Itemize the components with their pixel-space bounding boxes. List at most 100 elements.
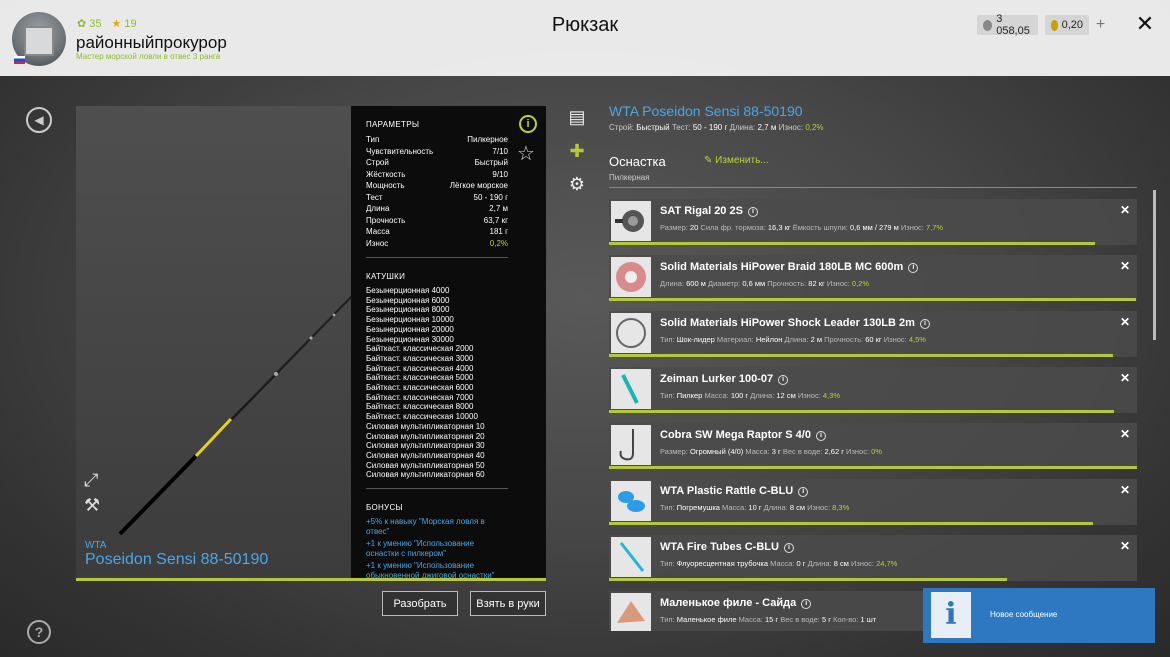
info-icon[interactable]: i (747, 207, 758, 217)
param-row: Тест 50 - 190 г (366, 192, 508, 204)
reel-item: Байткаст. классическая 3000 (366, 353, 474, 363)
reel-item: Байткаст. классическая 8000 (366, 402, 474, 412)
tackle-item-title: Solid Materials HiPower Shock Leader 130… (660, 317, 915, 329)
gear-icon[interactable]: ⚙ (566, 173, 588, 195)
spec-value: 4,3% (822, 391, 841, 400)
remove-button[interactable]: ✕ (1120, 539, 1130, 553)
remove-button[interactable]: ✕ (1120, 315, 1130, 329)
spec-value: 8 см (833, 559, 849, 568)
spec-label: Диаметр: (708, 279, 741, 288)
info-icon[interactable]: i (783, 543, 794, 553)
pilker-lure-icon (611, 369, 651, 409)
add-currency-button[interactable]: + (1092, 15, 1109, 35)
divider (366, 257, 508, 258)
tackle-item-title: Zeiman Lurker 100-07 (660, 373, 774, 385)
fish-fillet-icon (611, 593, 651, 631)
param-label: Тип (366, 135, 380, 144)
spec-label: Кол-во: (833, 615, 859, 624)
spec-value: 0,2% (851, 279, 870, 288)
param-label: Длина (366, 204, 390, 213)
spec-label: Строй: (609, 123, 635, 132)
rattle-icon (611, 481, 651, 521)
param-value: Лёгкое морское (449, 181, 508, 190)
spec-value: 0,2% (805, 123, 824, 132)
reel-item: Силовая мультипликаторная 30 (366, 441, 485, 451)
back-button[interactable]: ◀ (26, 107, 52, 133)
spec-value: 60 кг (865, 335, 882, 344)
spec-value: 0 г (796, 559, 806, 568)
puzzle-icon[interactable]: ✚ (566, 140, 588, 162)
scrollbar[interactable] (1153, 190, 1156, 340)
expand-icon[interactable]: ⤢ (84, 470, 104, 490)
spec-label: Прочность: (767, 279, 807, 288)
remove-button[interactable]: ✕ (1120, 371, 1130, 385)
divider (366, 488, 508, 490)
take-in-hands-button[interactable]: Взять в руки (470, 591, 546, 616)
spec-label: Вес в воде: (782, 447, 823, 456)
close-button[interactable]: ✕ (1134, 13, 1156, 35)
spec-label: Износ: (883, 335, 907, 344)
silver-currency: 3 058,05 (977, 13, 1038, 37)
tackle-item[interactable]: Solid Materials HiPower Braid 180LB MC 6… (609, 255, 1137, 301)
param-row: Мощность Лёгкое морское (366, 180, 508, 192)
info-icon[interactable]: i (798, 487, 809, 497)
document-icon[interactable]: ▤ (566, 106, 588, 128)
tackle-item-title: SAT Rigal 20 2S (660, 205, 743, 217)
param-label: Жёсткость (366, 169, 406, 179)
reel-item: Безынерционная 4000 (366, 286, 450, 295)
info-icon[interactable]: i (815, 431, 826, 441)
info-icon[interactable]: i (778, 375, 789, 385)
param-value: 181 г (489, 227, 509, 236)
reel-item: Байткаст. классическая 7000 (366, 392, 474, 402)
remove-button[interactable]: ✕ (1120, 427, 1130, 441)
tackle-item[interactable]: Cobra SW Mega Raptor S 4/0 i Размер: Огром… (609, 423, 1137, 469)
tackle-item[interactable]: WTA Fire Tubes C-BLU i Тип: Флуоресцентная… (609, 535, 1137, 581)
info-icon[interactable]: i (908, 263, 919, 273)
spec-label: Размер: (660, 223, 688, 232)
params-panel[interactable]: ПАРАМЕТРЫ Тип Пилкерное Чувствительность 7/… (351, 106, 546, 578)
tackle-item-title: Маленькое филе - Сайда (660, 597, 797, 609)
item-name: Poseidon Sensi 88-50190 (85, 551, 269, 568)
spec-label: Тип: (660, 391, 675, 400)
spec-label: Масса: (704, 391, 729, 400)
wrench-icon[interactable]: ⚒ (84, 495, 104, 515)
remove-button[interactable]: ✕ (1120, 203, 1130, 217)
disassemble-button[interactable]: Разобрать (382, 591, 458, 616)
spec-label: Износ: (900, 223, 924, 232)
tackle-item[interactable]: Solid Materials HiPower Shock Leader 130… (609, 311, 1137, 357)
spec-value: Огромный (4/0) (689, 447, 744, 456)
spec-value: 4,5% (908, 335, 926, 344)
spec-value: 82 кг (808, 279, 825, 288)
tackle-item-specs: Тип: Погремушка Масса: 10 г Длина: 8 см … (660, 503, 849, 512)
reel-item: Безынерционная 6000 (366, 295, 450, 305)
silver-coin-icon (983, 19, 993, 31)
help-button[interactable]: ? (27, 620, 51, 644)
spec-label: Размер: (660, 447, 688, 456)
param-row: Строй Быстрый (366, 157, 508, 169)
favorite-star-icon[interactable]: ☆ (517, 141, 535, 166)
tackle-item[interactable]: Zeiman Lurker 100-07 i Тип: Пилкер Масса: … (609, 367, 1137, 413)
spec-value: 0% (871, 447, 882, 456)
spec-label: Износ: (846, 447, 870, 456)
info-icon[interactable]: i (919, 319, 930, 329)
tackle-item-title: WTA Plastic Rattle C-BLU (660, 485, 794, 497)
remove-button[interactable]: ✕ (1120, 259, 1130, 273)
spec-value: 0,6 мм / 279 м (849, 223, 899, 232)
tackle-item[interactable]: WTA Plastic Rattle C-BLU i Тип: Погремушка… (609, 479, 1137, 525)
tackle-item[interactable]: SAT Rigal 20 2S i Размер: 20 Сила фр. торм… (609, 199, 1137, 245)
param-row: Жёсткость 9/10 (366, 169, 508, 181)
param-value: 63,7 кг (483, 215, 508, 225)
top-bar: ✿ 35 ★ 19 районныйпрокурор Мастер морской … (0, 0, 1170, 76)
param-label: Тест (366, 192, 383, 202)
info-icon[interactable]: i (801, 599, 812, 609)
spec-label: Длина: (784, 335, 809, 344)
change-tackle-button[interactable]: ✎ Изменить... (704, 155, 769, 166)
condition-bar (609, 522, 1094, 525)
notification-text: Новое сообщение (990, 610, 1058, 619)
remove-button[interactable]: ✕ (1120, 483, 1130, 497)
tackle-type: Пилкерная (609, 173, 650, 182)
info-icon[interactable]: i (519, 115, 537, 133)
spec-value: Погремушка (676, 503, 720, 512)
spec-value: 2,62 г (824, 447, 844, 456)
reel-item: Байткаст. классическая 4000 (366, 363, 474, 373)
